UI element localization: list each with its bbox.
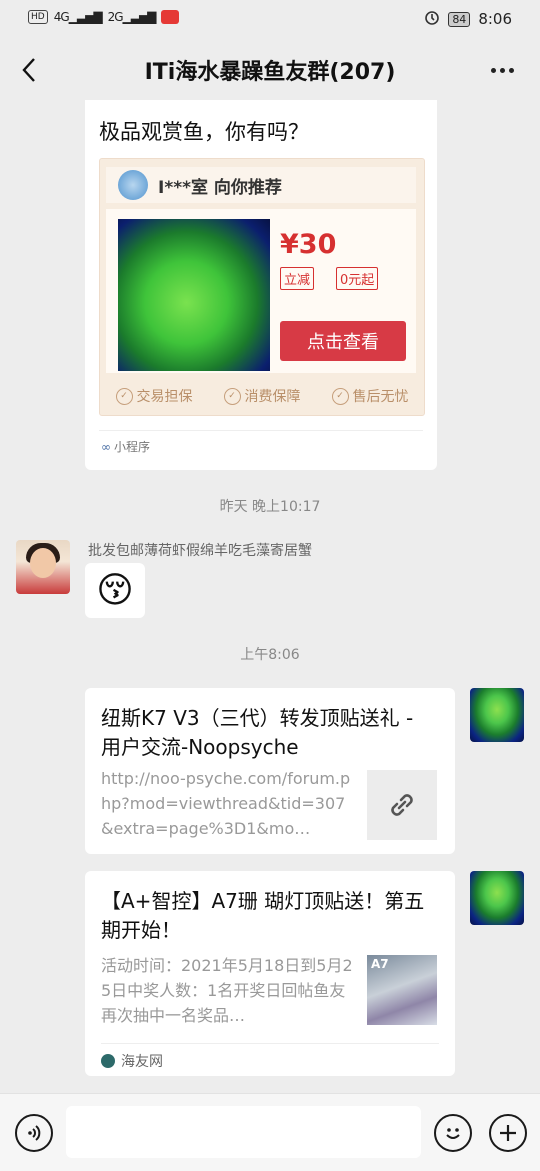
emoji-button[interactable] [434,1114,472,1152]
hd-indicator: HD [28,10,48,24]
emoji-message[interactable]: 😚 [85,563,145,618]
kissing-face-emoji: 😚 [96,570,134,611]
shield-icon: ✓ [115,387,133,405]
guarantee-row: ✓ 交易担保 ✓ 消费保障 ✓ 售后无忧 [100,381,424,411]
message-input[interactable] [66,1106,421,1158]
nav-bar: ITi海水暴躁鱼友群(207) [0,40,540,100]
discount-tag: 立减 [280,267,315,290]
avatar[interactable] [16,540,70,594]
sender-name: 批发包邮薄荷虾假绵羊吃毛藻寄居蟹 [88,543,312,559]
link-icon [391,794,413,816]
shield-icon: ✓ [223,387,241,405]
shop-avatar [118,170,148,200]
link-title: 纽斯K7 V3（三代）转发顶贴送礼 - 用户交流-Noopsyche [101,706,414,759]
emoji-icon [446,1128,460,1139]
recommender-header: I***室 向你推荐 [106,167,416,203]
status-left: HD 4G▁▃▅▇ 2G▁▃▅▇ [28,10,180,24]
start-price-tag: 0元起 [336,267,379,290]
signal-2g-icon: 2G▁▃▅▇ [107,10,157,24]
link-description: http://noo-psyche.com/forum.php?mod=view… [101,769,351,838]
product-box: ¥30 立减 0元起 点击查看 [106,209,416,373]
site-logo-icon [101,1054,115,1068]
link-thumbnail [367,770,437,840]
a7-thumbnail: A7 [367,955,437,1025]
input-bar [0,1093,540,1171]
thumbnail-label: A7 [371,957,389,971]
guarantee-trade: ✓ 交易担保 [115,386,193,406]
plus-icon [500,1125,516,1141]
coral-product-image [118,219,270,371]
status-right: 84 8:06 [424,9,512,29]
mini-program-preview[interactable]: I***室 向你推荐 ¥30 立减 0元起 点击查看 ✓ 交易担保 ✓ 消费保障 ✓… [99,158,425,416]
recommender-text: I***室 向你推荐 [158,177,282,198]
chat-area[interactable]: 极品观赏鱼，你有吗？ I***室 向你推荐 ¥30 立减 0元起 点击查看 ✓ 交… [0,100,540,1093]
guarantee-aftersale: ✓ 售后无忧 [331,386,409,406]
link-card-a7[interactable]: 【A+智控】A7珊 瑚灯顶贴送！第五期开始！ 活动时间：2021年5月18日到5… [85,871,455,1076]
view-product-button[interactable]: 点击查看 [280,321,406,361]
back-button[interactable] [14,52,44,88]
mini-program-icon: ∞ [101,439,111,454]
signal-4g-icon: 4G▁▃▅▇ [53,10,103,24]
link-card-noopsyche[interactable]: 纽斯K7 V3（三代）转发顶贴送礼 - 用户交流-Noopsyche http:… [85,688,455,854]
link-title: 【A+智控】A7珊 瑚灯顶贴送！第五期开始！ [101,889,425,942]
link-description: 活动时间：2021年5月18日到5月25日中奖人数：1名开奖日回帖鱼友再次抽中一… [101,956,353,1025]
status-bar: HD 4G▁▃▅▇ 2G▁▃▅▇ 84 8:06 [0,0,540,38]
my-avatar[interactable] [470,688,524,742]
divider [101,1043,439,1044]
chevron-left-icon [22,58,35,82]
more-dots-icon [490,67,496,73]
mini-program-title: 极品观赏鱼，你有吗？ [99,120,309,144]
voice-button[interactable] [15,1114,53,1152]
plus-button[interactable] [489,1114,527,1152]
my-avatar[interactable] [470,871,524,925]
divider [99,430,423,431]
mini-program-card[interactable]: 极品观赏鱼，你有吗？ I***室 向你推荐 ¥30 立减 0元起 点击查看 ✓ 交… [85,100,437,470]
battery-icon: 84 [448,11,471,27]
app-notification-icon [161,10,180,24]
timestamp-yesterday: 昨天 晚上10:17 [219,499,321,515]
alarm-icon [424,9,440,29]
voice-icon [28,1125,41,1141]
product-price: ¥30 [280,229,337,260]
link-source: 海友网 [101,1051,163,1071]
mini-program-footer: ∞ 小程序 [101,439,151,455]
status-time: 8:06 [478,10,512,28]
timestamp-today: 上午8:06 [240,647,300,663]
more-button[interactable] [484,52,520,88]
chat-title: ITi海水暴躁鱼友群(207) [144,60,396,85]
guarantee-consumer: ✓ 消费保障 [223,386,301,406]
thumb-up-icon: ✓ [331,387,349,405]
